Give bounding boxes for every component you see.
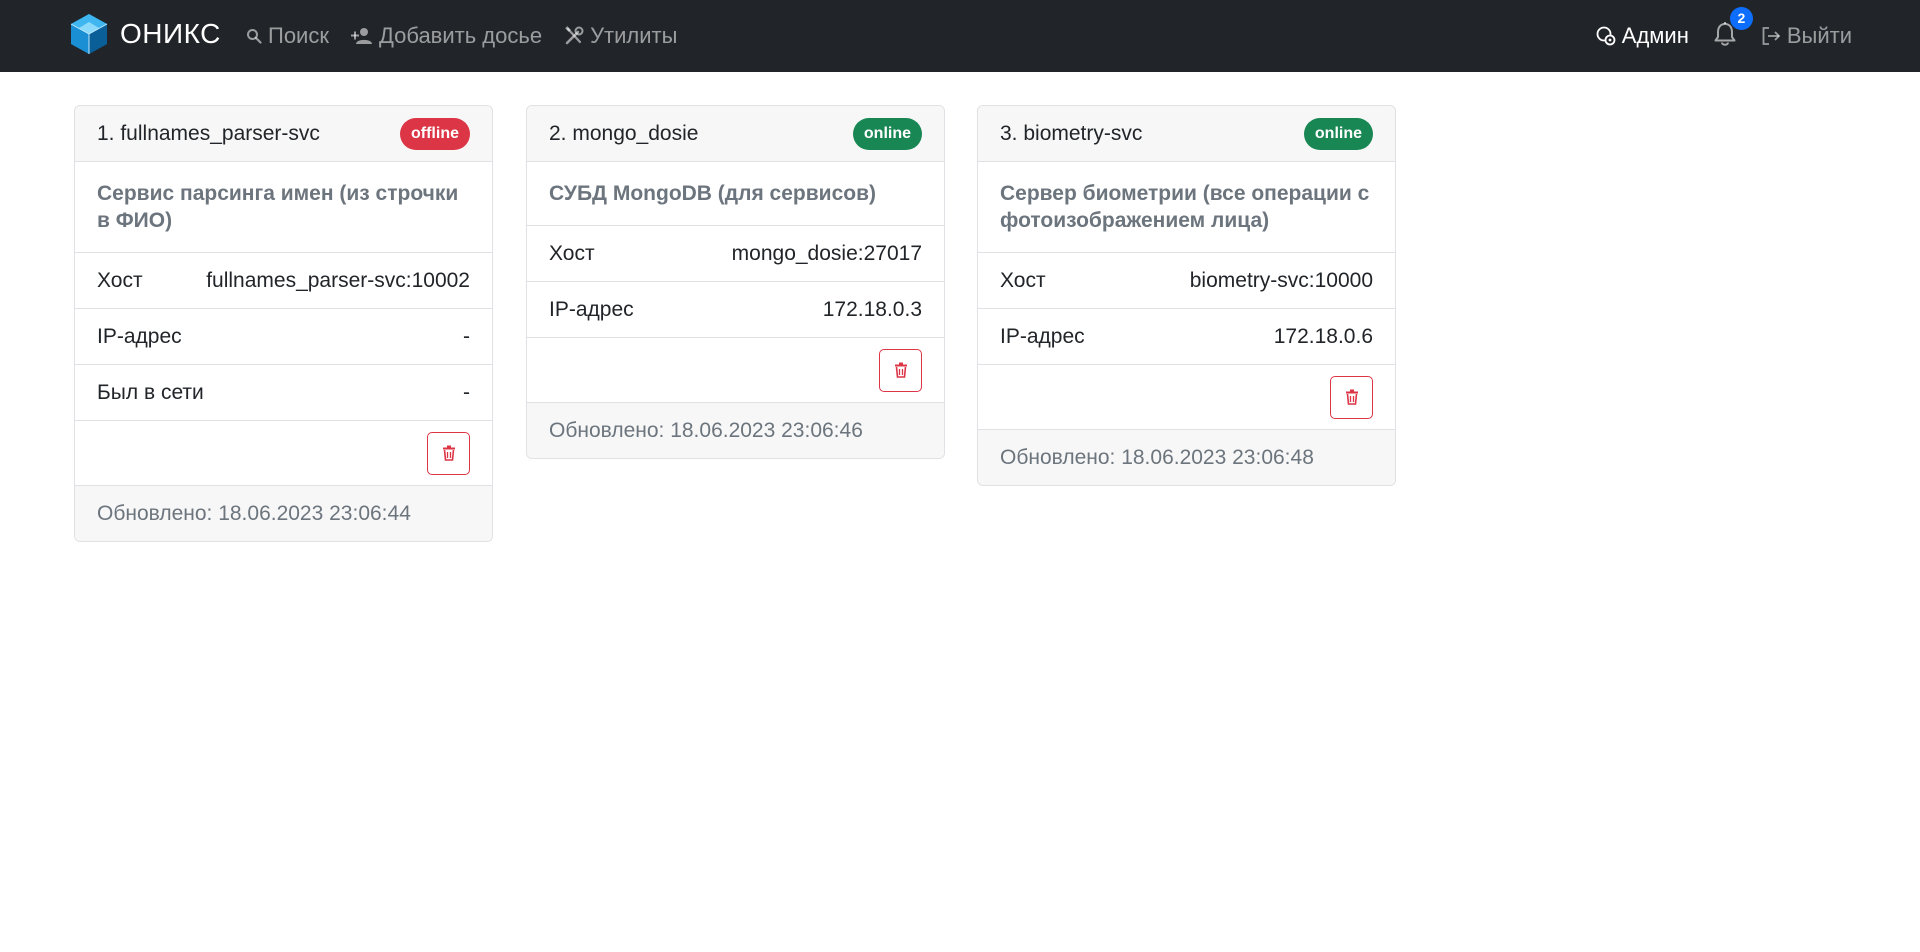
ip-label: IP-адрес [549, 297, 634, 321]
ip-value: - [463, 324, 470, 348]
brand-link[interactable]: ОНИКС [70, 13, 221, 55]
delete-service-button[interactable] [427, 431, 470, 475]
service-card: 3. biometry-svc online Сервер биометрии … [977, 105, 1396, 486]
card-footer: Обновлено: 18.06.2023 23:06:46 [527, 403, 944, 458]
notifications-button[interactable]: 2 [1713, 6, 1753, 52]
delete-service-button[interactable] [1330, 375, 1373, 419]
last-seen-row: Был в сети - [75, 365, 492, 421]
main-nav: Поиск Добавить досье Утилиты [246, 0, 677, 72]
trash-icon [442, 445, 455, 461]
admin-label: Админ [1621, 23, 1689, 48]
updated-text: Обновлено: 18.06.2023 23:06:44 [97, 501, 411, 525]
nav-utilities-link[interactable]: Утилиты [564, 23, 677, 49]
card-header: 2. mongo_dosie online [527, 106, 944, 162]
card-actions [978, 365, 1395, 430]
service-description: Сервер биометрии (все операции с фотоизо… [978, 162, 1395, 253]
card-actions [527, 338, 944, 403]
card-footer: Обновлено: 18.06.2023 23:06:48 [978, 430, 1395, 485]
user-nav: Админ 2 Выйти [1596, 0, 1852, 72]
last-seen-label: Был в сети [97, 380, 204, 404]
last-seen-value: - [463, 380, 470, 404]
updated-text: Обновлено: 18.06.2023 23:06:46 [549, 418, 863, 442]
ip-row: IP-адрес 172.18.0.3 [527, 282, 944, 338]
ip-row: IP-адрес - [75, 309, 492, 365]
service-description: СУБД MongoDB (для сервисов) [527, 162, 944, 226]
ip-label: IP-адрес [97, 324, 182, 348]
host-value: fullnames_parser-svc:10002 [206, 268, 470, 292]
card-actions [75, 421, 492, 486]
status-badge: online [1303, 117, 1373, 150]
logout-link[interactable]: Выйти [1761, 23, 1852, 49]
service-card: 2. mongo_dosie online СУБД MongoDB (для … [526, 105, 945, 459]
nav-add-dossier-label: Добавить досье [378, 23, 543, 48]
admin-link[interactable]: Админ [1596, 23, 1689, 49]
card-header: 3. biometry-svc online [978, 106, 1395, 162]
host-row: Хост fullnames_parser-svc:10002 [75, 253, 492, 309]
service-title: 3. biometry-svc [1000, 121, 1143, 145]
delete-service-button[interactable] [879, 348, 922, 392]
ip-label: IP-адрес [1000, 324, 1085, 348]
logout-icon [1762, 27, 1781, 45]
ip-row: IP-адрес 172.18.0.6 [978, 309, 1395, 365]
nav-search-label: Поиск [268, 23, 329, 48]
logout-label: Выйти [1786, 23, 1852, 48]
card-header: 1. fullnames_parser-svc offline [75, 106, 492, 162]
host-row: Хост biometry-svc:10000 [978, 253, 1395, 309]
host-label: Хост [549, 241, 595, 265]
tools-icon [565, 26, 584, 45]
card-footer: Обновлено: 18.06.2023 23:06:44 [75, 486, 492, 541]
ip-value: 172.18.0.6 [1273, 324, 1373, 348]
status-badge: online [852, 117, 922, 150]
ip-value: 172.18.0.3 [822, 297, 922, 321]
host-value: mongo_dosie:27017 [731, 241, 922, 265]
updated-text: Обновлено: 18.06.2023 23:06:48 [1000, 445, 1314, 469]
service-card: 1. fullnames_parser-svc offline Сервис п… [74, 105, 493, 542]
service-title: 2. mongo_dosie [549, 121, 699, 145]
host-value: biometry-svc:10000 [1189, 268, 1373, 292]
trash-icon [1345, 389, 1358, 405]
brand-title: ОНИКС [120, 18, 221, 49]
service-description: Сервис парсинга имен (из строчки в ФИО) [75, 162, 492, 253]
status-badge: offline [400, 117, 470, 150]
search-icon [247, 29, 262, 44]
person-add-icon [350, 28, 372, 44]
host-label: Хост [97, 268, 143, 292]
host-label: Хост [1000, 268, 1046, 292]
admin-gear-icon [1596, 26, 1616, 46]
top-navbar: ОНИКС Поиск Добавить досье Утилиты Админ… [0, 0, 1920, 72]
cube-logo-icon [70, 14, 108, 54]
trash-icon [894, 362, 907, 378]
service-title: 1. fullnames_parser-svc [97, 121, 320, 145]
host-row: Хост mongo_dosie:27017 [527, 226, 944, 282]
nav-search-link[interactable]: Поиск [246, 23, 329, 49]
notification-count-badge: 2 [1729, 6, 1753, 30]
nav-utilities-label: Утилиты [590, 23, 678, 48]
nav-add-dossier-link[interactable]: Добавить досье [350, 23, 543, 49]
